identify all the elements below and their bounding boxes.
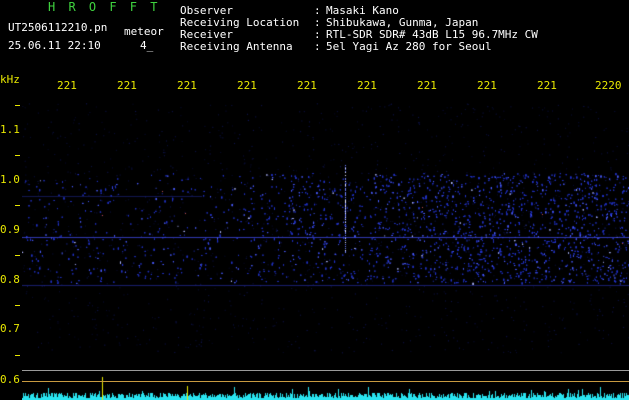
y-tick-mark: [15, 155, 20, 156]
baseline-marker-lower: [22, 381, 629, 382]
y-tick: 0.7: [0, 322, 20, 335]
x-tick: 221: [237, 79, 257, 92]
file-type: meteor: [124, 25, 164, 38]
y-tick-mark: [15, 305, 20, 306]
y-tick-mark: [15, 355, 20, 356]
label-antenna: Receiving Antenna: [180, 40, 293, 53]
x-tick: 221: [57, 79, 77, 92]
x-tick: 221: [537, 79, 557, 92]
value-antenna: 5el Yagi Az 280 for Seoul: [326, 40, 492, 53]
app-title: H R O F F T: [48, 0, 161, 14]
counter: 4_: [140, 39, 154, 52]
y-tick-mark: [15, 105, 20, 106]
spectrogram-canvas: [22, 103, 629, 400]
x-tick: 221: [357, 79, 377, 92]
spectrogram-panel: [22, 103, 629, 400]
y-unit-label: kHz: [0, 73, 20, 86]
y-tick: 0.9: [0, 223, 20, 236]
y-tick-mark: [15, 205, 20, 206]
baseline-marker-upper: [22, 370, 629, 371]
y-tick: 1.1: [0, 123, 20, 136]
y-tick: 0.6: [0, 373, 20, 386]
x-tick: 221: [417, 79, 437, 92]
y-tick: 1.0: [0, 173, 20, 186]
x-tick: 2220: [595, 79, 622, 92]
x-tick: 221: [117, 79, 137, 92]
y-tick: 0.8: [0, 273, 20, 286]
y-tick-mark: [15, 255, 20, 256]
x-tick: 221: [477, 79, 497, 92]
sep-antenna: :: [314, 40, 321, 53]
timestamp: 25.06.11 22:10: [8, 39, 101, 52]
hrofft-window: H R O F F T UT2506112210.pn meteor 25.06…: [0, 0, 629, 400]
x-tick: 221: [297, 79, 317, 92]
file-name: UT2506112210.pn: [8, 21, 108, 34]
x-tick: 221: [177, 79, 197, 92]
